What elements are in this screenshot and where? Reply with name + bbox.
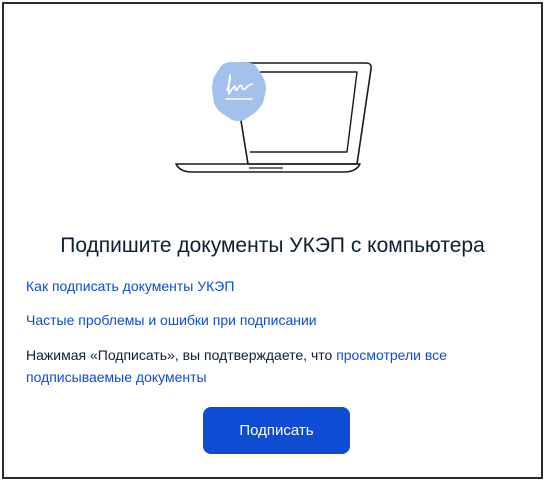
sign-button[interactable]: Подписать [203,407,350,454]
sign-dialog: Подпишите документы УКЭП с компьютера Ка… [2,2,543,479]
common-problems-link[interactable]: Частые проблемы и ошибки при подписании [26,310,317,330]
confirmation-text: Нажимая «Подписать», вы подтверждаете, ч… [26,347,337,363]
laptop-signature-illustration [175,62,372,173]
how-to-sign-link[interactable]: Как подписать документы УКЭП [26,276,234,296]
page-title: Подпишите документы УКЭП с компьютера [60,234,485,257]
signature-badge-icon [212,62,266,121]
confirmation-notice: Нажимая «Подписать», вы подтверждаете, ч… [26,344,506,388]
laptop-icon [175,62,372,173]
